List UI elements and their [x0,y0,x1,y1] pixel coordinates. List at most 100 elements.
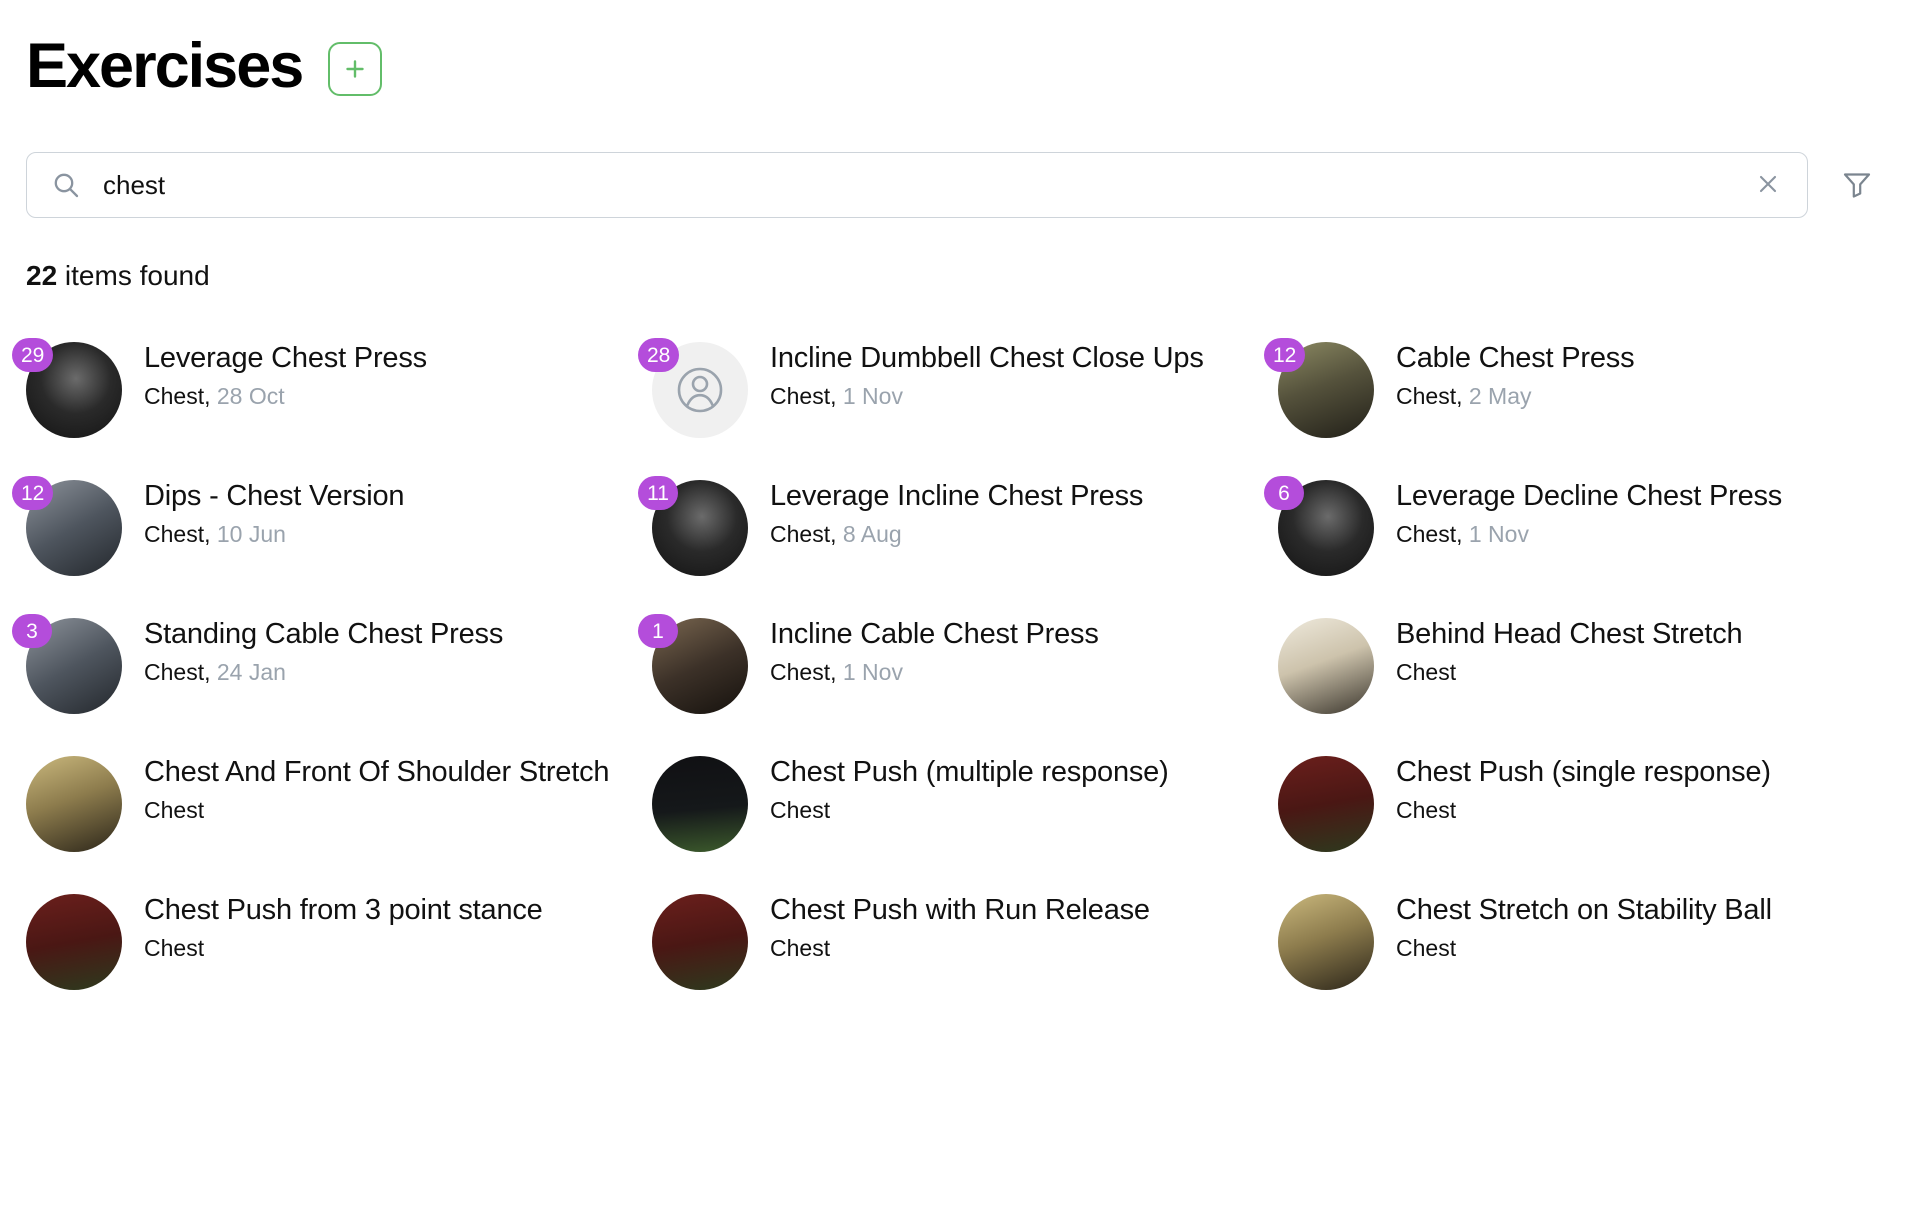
exercise-card[interactable]: Chest Push from 3 point stance Chest [26,888,632,1004]
exercise-title: Cable Chest Press [1396,342,1635,374]
exercise-card-body: Dips - Chest Version Chest, 10 Jun [144,474,632,550]
exercise-title: Standing Cable Chest Press [144,618,504,650]
exercise-card-body: Cable Chest Press Chest, 2 May [1396,336,1884,412]
exercise-card[interactable]: Chest Stretch on Stability Ball Chest [1278,888,1884,1004]
exercise-category: Chest [770,659,831,686]
page-title: Exercises [26,30,304,101]
exercise-card[interactable]: 6 Leverage Decline Chest Press Chest, 1 No… [1264,474,1884,590]
exercise-thumbnail-wrap [26,894,122,990]
exercise-thumbnail-image [1278,618,1374,714]
exercise-category: Chest [770,383,831,410]
add-exercise-button[interactable] [328,42,383,96]
exercise-date: 1 Nov [842,659,903,686]
exercise-date: 1 Nov [842,383,903,410]
exercise-card[interactable]: 1 Incline Cable Chest Press Chest, 1 Nov [638,612,1258,728]
exercise-count-badge: 3 [12,614,52,648]
exercise-thumbnail-wrap: 6 [1264,476,1374,576]
exercise-card-body: Chest Push (single response) Chest [1396,750,1884,826]
exercise-thumbnail-image [652,894,748,990]
exercise-thumbnail-wrap: 11 [638,476,748,576]
exercise-card[interactable]: Chest And Front Of Shoulder Stretch Chest [26,750,632,866]
exercise-category: Chest [144,659,205,686]
exercise-meta: Chest [770,934,1258,964]
exercise-title: Leverage Decline Chest Press [1396,480,1783,512]
exercise-card-body: Chest Stretch on Stability Ball Chest [1396,888,1884,964]
exercise-category: Chest [770,935,831,962]
exercise-card[interactable]: 12 Dips - Chest Version Chest, 10 Jun [12,474,632,590]
exercise-category: Chest [1396,935,1457,962]
search-input[interactable] [101,153,1731,217]
filter-button[interactable] [1836,163,1878,208]
exercise-title: Dips - Chest Version [144,480,405,512]
exercise-category: Chest [1396,659,1457,686]
exercise-category: Chest [144,935,205,962]
exercise-card[interactable]: 3 Standing Cable Chest Press Chest, 24 Jan [12,612,632,728]
exercise-category: Chest [770,797,831,824]
exercise-thumbnail-wrap [652,894,748,990]
exercise-meta-separator: , [1456,383,1469,410]
exercise-meta-separator: , [204,659,217,686]
exercise-meta: Chest, 8 Aug [770,520,1258,550]
exercise-card-body: Leverage Chest Press Chest, 28 Oct [144,336,632,412]
exercise-thumbnail-wrap [26,756,122,852]
plus-icon [341,55,369,83]
exercise-thumbnail-wrap: 29 [12,338,122,438]
exercise-thumbnail-wrap [652,756,748,852]
exercise-date: 10 Jun [216,521,286,548]
exercise-title: Incline Dumbbell Chest Close Ups [770,342,1204,374]
exercise-card-body: Chest And Front Of Shoulder Stretch Chest [144,750,632,826]
exercise-category: Chest [1396,521,1457,548]
exercise-thumbnail-wrap: 12 [12,476,122,576]
exercise-count-badge: 12 [1264,338,1306,372]
exercise-card-body: Chest Push with Run Release Chest [770,888,1258,964]
search-icon [51,170,81,200]
search-row [26,152,1884,218]
exercise-thumbnail-wrap [1278,618,1374,714]
exercise-meta-separator: , [204,521,217,548]
exercise-card-body: Chest Push from 3 point stance Chest [144,888,632,964]
exercise-thumbnail-image [26,756,122,852]
exercise-category: Chest [1396,383,1457,410]
exercise-count-badge: 29 [12,338,54,372]
exercise-thumbnail-wrap [1278,894,1374,990]
exercise-meta: Chest [1396,934,1884,964]
exercise-count-badge: 11 [638,476,678,510]
exercise-category: Chest [1396,797,1457,824]
exercise-date: 2 May [1468,383,1532,410]
exercise-card[interactable]: Chest Push with Run Release Chest [652,888,1258,1004]
exercise-card[interactable]: Chest Push (single response) Chest [1278,750,1884,866]
exercise-card[interactable]: 28 Incline Dumbbell Chest Close Ups Chest,… [638,336,1258,452]
exercise-meta: Chest [1396,658,1884,688]
search-box[interactable] [26,152,1808,218]
exercise-category: Chest [144,521,205,548]
exercise-title: Incline Cable Chest Press [770,618,1099,650]
exercise-title: Chest Stretch on Stability Ball [1396,894,1772,926]
exercise-title: Chest Push from 3 point stance [144,894,543,926]
exercise-count-badge: 12 [12,476,54,510]
exercise-card[interactable]: 12 Cable Chest Press Chest, 2 May [1264,336,1884,452]
exercise-meta: Chest [770,796,1258,826]
exercise-meta-separator: , [1456,521,1469,548]
exercise-thumbnail [1278,618,1374,714]
exercise-thumbnail-wrap: 1 [638,614,748,714]
exercise-count-badge: 6 [1264,476,1304,510]
exercise-card-body: Behind Head Chest Stretch Chest [1396,612,1884,688]
exercise-title: Chest Push (multiple response) [770,756,1169,788]
exercise-meta: Chest, 28 Oct [144,382,632,412]
exercise-thumbnail [652,756,748,852]
exercise-card[interactable]: 11 Leverage Incline Chest Press Chest, 8 A… [638,474,1258,590]
results-count-number: 22 [26,260,58,291]
exercise-meta-separator: , [830,659,843,686]
exercise-card[interactable]: Behind Head Chest Stretch Chest [1278,612,1884,728]
exercise-count-badge: 1 [638,614,678,648]
clear-search-button[interactable] [1751,167,1785,204]
exercise-card-body: Incline Dumbbell Chest Close Ups Chest, 1… [770,336,1258,412]
exercise-thumbnail [26,756,122,852]
exercise-card[interactable]: Chest Push (multiple response) Chest [652,750,1258,866]
exercise-title: Leverage Chest Press [144,342,427,374]
exercise-card-body: Standing Cable Chest Press Chest, 24 Jan [144,612,632,688]
exercise-card[interactable]: 29 Leverage Chest Press Chest, 28 Oct [12,336,632,452]
exercise-grid: 29 Leverage Chest Press Chest, 28 Oct 28 Inc… [12,336,1884,1004]
exercise-date: 24 Jan [216,659,286,686]
exercise-meta: Chest, 2 May [1396,382,1884,412]
